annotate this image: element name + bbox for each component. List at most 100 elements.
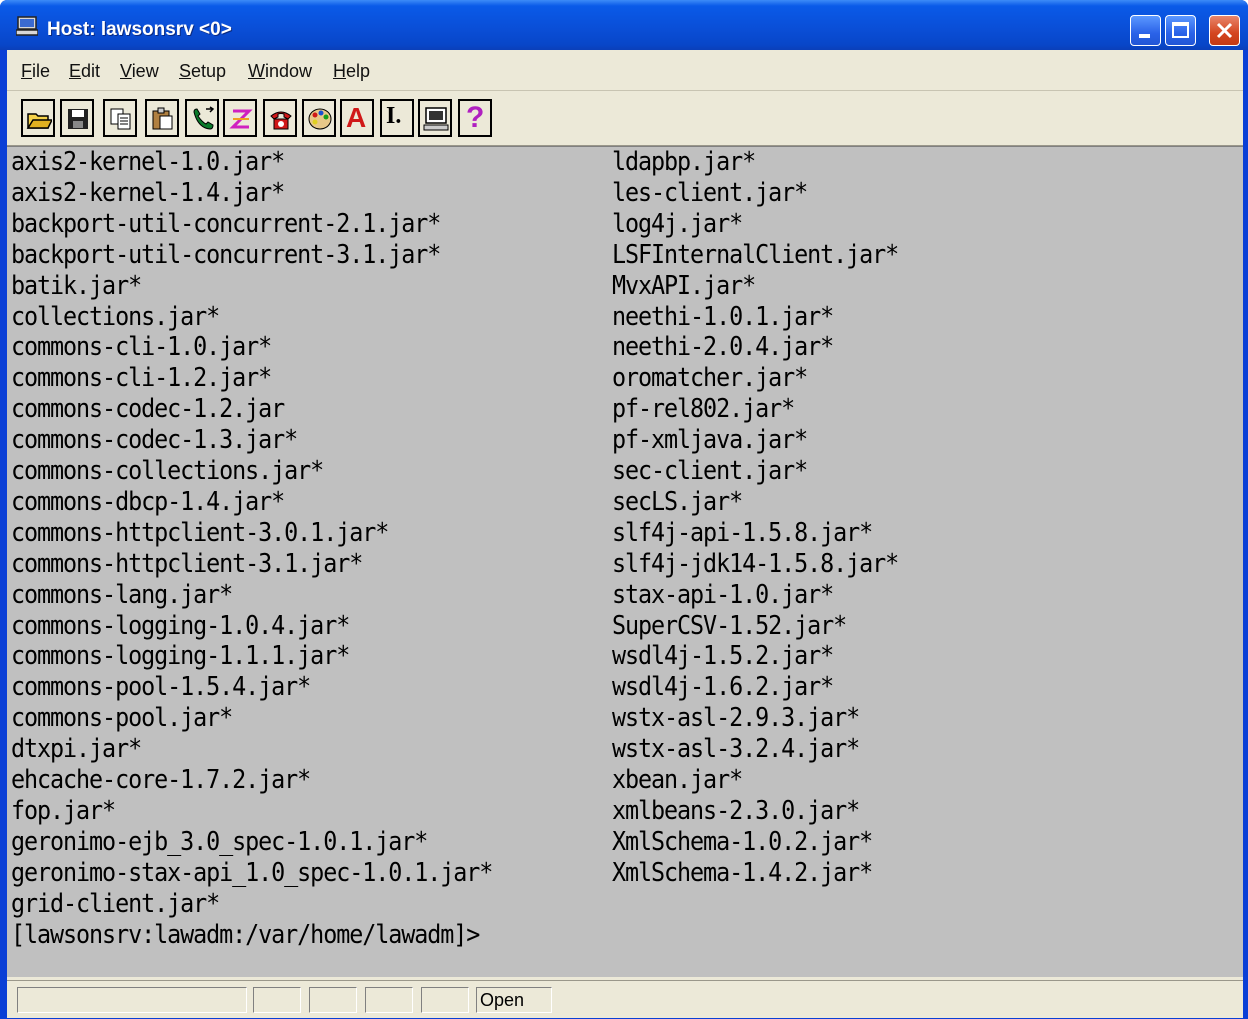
open-button[interactable]	[21, 99, 55, 137]
file-entry: commons-codec-1.3.jar*	[11, 425, 298, 456]
file-entry: secLS.jar*	[612, 486, 743, 517]
shell-prompt: [lawsonsrv:lawadm:/var/home/lawadm]>	[11, 919, 480, 950]
file-entry: neethi-1.0.1.jar*	[612, 301, 834, 332]
copy-button[interactable]	[103, 99, 137, 137]
file-entry: wstx-asl-2.9.3.jar*	[612, 703, 860, 734]
status-bar: Open	[7, 980, 1243, 1018]
status-field-2	[309, 987, 357, 1013]
paste-icon	[152, 107, 173, 130]
disconnect-button[interactable]	[223, 99, 257, 137]
file-entry: ehcache-core-1.7.2.jar*	[11, 765, 311, 795]
font-icon: A	[346, 102, 367, 133]
file-entry: commons-pool-1.5.4.jar*	[11, 672, 311, 703]
file-entry: commons-lang.jar*	[11, 579, 233, 610]
close-button[interactable]	[1209, 15, 1240, 46]
file-entry: ldapbp.jar*	[612, 147, 756, 177]
minimize-button[interactable]	[1130, 15, 1161, 46]
save-icon	[68, 109, 88, 129]
file-entry: dtxpi.jar*	[11, 734, 142, 765]
close-icon	[1216, 22, 1233, 39]
toolbar: A I. ?	[7, 91, 1243, 146]
file-entry: commons-cli-1.2.jar*	[11, 363, 272, 394]
file-entry: neethi-2.0.4.jar*	[612, 332, 834, 363]
file-entry: commons-pool.jar*	[11, 703, 233, 734]
menu-bar: File Edit View Setup Window Help	[7, 50, 1243, 91]
status-field-1	[253, 987, 301, 1013]
file-entry: xmlbeans-2.3.0.jar*	[612, 795, 860, 826]
file-entry: commons-dbcp-1.4.jar*	[11, 486, 285, 517]
file-entry: LSFInternalClient.jar*	[612, 239, 899, 270]
terminal-button[interactable]	[418, 99, 452, 137]
file-entry: fop.jar*	[11, 795, 116, 826]
paste-button[interactable]	[145, 99, 179, 137]
file-entry: log4j.jar*	[612, 208, 743, 239]
file-entry: pf-rel802.jar*	[612, 394, 795, 425]
file-entry: pf-xmljava.jar*	[612, 425, 808, 456]
file-entry: SuperCSV-1.52.jar*	[612, 610, 847, 641]
maximize-icon	[1172, 22, 1189, 38]
cursor-button[interactable]: I.	[380, 99, 414, 137]
menu-view[interactable]: View	[120, 61, 159, 82]
terminal-icon	[423, 107, 449, 131]
font-button[interactable]: A	[340, 99, 374, 137]
file-entry: axis2-kernel-1.0.jar*	[11, 147, 285, 177]
help-icon: ?	[466, 101, 485, 134]
palette-icon	[308, 108, 332, 130]
open-icon	[26, 113, 52, 129]
disconnect-icon	[229, 109, 253, 129]
status-field-3	[365, 987, 413, 1013]
file-entry: wsdl4j-1.5.2.jar*	[612, 641, 834, 672]
status-field-message	[17, 987, 247, 1013]
palette-button[interactable]	[302, 99, 336, 137]
file-entry: slf4j-jdk14-1.5.8.jar*	[612, 548, 899, 579]
menu-help[interactable]: Help	[333, 61, 370, 82]
menu-edit[interactable]: Edit	[69, 61, 100, 82]
file-entry: commons-logging-1.0.4.jar*	[11, 610, 350, 641]
cursor-icon: I.	[386, 103, 402, 129]
file-entry: collections.jar*	[11, 301, 220, 332]
phone-dial-icon	[270, 111, 292, 130]
file-entry: slf4j-api-1.5.8.jar*	[612, 517, 873, 548]
file-entry: wsdl4j-1.6.2.jar*	[612, 672, 834, 703]
menu-file[interactable]: File	[21, 61, 50, 82]
file-entry: xbean.jar*	[612, 765, 743, 795]
file-entry: axis2-kernel-1.4.jar*	[11, 177, 285, 208]
file-entry: backport-util-concurrent-3.1.jar*	[11, 239, 441, 270]
terminal-screen[interactable]: axis2-kernel-1.0.jar* axis2-kernel-1.4.ja…	[7, 146, 1243, 977]
copy-icon	[110, 108, 131, 130]
file-entry: wstx-asl-3.2.4.jar*	[612, 734, 860, 765]
file-entry: commons-cli-1.0.jar*	[11, 332, 272, 363]
terminal-window: Host: lawsonsrv <0> File Edit View Setup…	[0, 0, 1248, 1019]
file-entry: commons-httpclient-3.1.jar*	[11, 548, 363, 579]
connect-button[interactable]	[185, 99, 219, 137]
phone-connect-icon	[193, 106, 215, 130]
file-entry: geronimo-ejb_3.0_spec-1.0.1.jar*	[11, 826, 428, 857]
file-entry: sec-client.jar*	[612, 456, 808, 486]
save-button[interactable]	[60, 99, 94, 137]
file-entry: stax-api-1.0.jar*	[612, 579, 834, 610]
file-entry: batik.jar*	[11, 270, 142, 301]
title-bar[interactable]: Host: lawsonsrv <0>	[0, 0, 1248, 50]
window-title: Host: lawsonsrv <0>	[47, 19, 232, 40]
status-field-4	[421, 987, 469, 1013]
file-entry: commons-collections.jar*	[11, 456, 324, 486]
file-entry: grid-client.jar*	[11, 888, 220, 919]
file-entry: commons-codec-1.2.jar	[11, 394, 285, 425]
help-button[interactable]: ?	[458, 99, 492, 137]
dial-button[interactable]	[263, 99, 297, 137]
connection-status-label: Open	[480, 990, 525, 1010]
minimize-icon	[1139, 34, 1150, 38]
menu-window[interactable]: Window	[248, 61, 312, 82]
file-entry: MvxAPI.jar*	[612, 270, 756, 301]
file-entry: oromatcher.jar*	[612, 363, 808, 394]
computer-icon	[16, 16, 38, 36]
window-body: File Edit View Setup Window Help A I. ? …	[7, 50, 1243, 1018]
file-entry: XmlSchema-1.4.2.jar*	[612, 857, 873, 888]
file-entry: XmlSchema-1.0.2.jar*	[612, 826, 873, 857]
maximize-button[interactable]	[1165, 15, 1196, 46]
file-entry: backport-util-concurrent-2.1.jar*	[11, 208, 441, 239]
menu-setup[interactable]: Setup	[179, 61, 226, 82]
file-entry: les-client.jar*	[612, 177, 808, 208]
file-entry: commons-httpclient-3.0.1.jar*	[11, 517, 389, 548]
file-entry: commons-logging-1.1.1.jar*	[11, 641, 350, 672]
